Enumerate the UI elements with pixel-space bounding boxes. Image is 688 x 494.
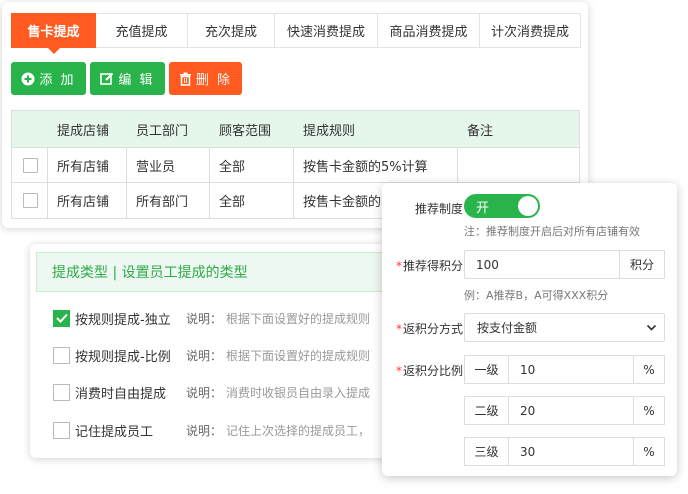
edit-icon xyxy=(100,72,114,86)
trash-icon xyxy=(179,72,192,86)
commission-type-header: 提成类型 | 设置员工提成的类型 xyxy=(36,252,400,292)
referral-system-label: 推荐制度 xyxy=(414,202,463,216)
option-desc-label: 说明： xyxy=(186,348,223,363)
add-button[interactable]: 添 加 xyxy=(11,62,86,95)
delete-button-label: 删 除 xyxy=(195,73,233,88)
cell-remark xyxy=(458,148,579,182)
option-desc: 根据下面设置好的提成规则 xyxy=(226,348,371,363)
option-label: 按规则提成-比例 xyxy=(75,349,171,365)
cell-store: 所有店铺 xyxy=(48,183,127,218)
option-checkbox[interactable] xyxy=(53,309,70,327)
referral-toggle[interactable]: 开 xyxy=(464,194,540,218)
header-rule: 提成规则 xyxy=(303,123,356,139)
edit-button-label: 编 辑 xyxy=(118,73,155,88)
points-unit: 积分 xyxy=(619,250,665,279)
header-customer-range: 顾客范围 xyxy=(219,123,272,139)
delete-button[interactable]: 删 除 xyxy=(169,62,242,95)
level-2-unit: % xyxy=(633,396,665,425)
level-2-input[interactable]: 20 xyxy=(508,396,634,425)
cell-customer-range: 全部 xyxy=(210,183,294,218)
tab-recharge[interactable]: 充值提成 xyxy=(96,13,188,48)
toggle-label: 开 xyxy=(476,200,490,216)
option-remember-staff[interactable]: 记住提成员工 说明： 记住上次选择的提成员工， xyxy=(53,421,371,440)
option-desc: 消费时收银员自由录入提成 xyxy=(226,385,371,400)
tab-count-recharge[interactable]: 充次提成 xyxy=(188,13,275,48)
level-3-label: 三级 xyxy=(464,437,509,466)
plus-circle-icon xyxy=(21,72,35,86)
cell-customer-range: 全部 xyxy=(210,148,294,182)
referral-system-hint: 注：推荐制度开启后对所有店铺有效 xyxy=(464,225,640,238)
edit-button[interactable]: 编 辑 xyxy=(90,62,165,95)
option-label: 记住提成员工 xyxy=(75,424,154,440)
points-hint: 例：A推荐B，A可得XXX积分 xyxy=(464,289,609,302)
tab-quick-consume[interactable]: 快速消费提成 xyxy=(275,13,378,48)
tab-count-consume[interactable]: 计次消费提成 xyxy=(480,13,581,48)
add-button-label: 添 加 xyxy=(39,73,76,88)
return-method-select[interactable]: 按支付金额 xyxy=(464,313,665,342)
option-desc-label: 说明： xyxy=(186,423,223,438)
option-checkbox[interactable] xyxy=(53,346,70,364)
level-3-unit: % xyxy=(633,437,665,466)
option-label: 按规则提成-独立 xyxy=(75,312,171,328)
points-label: *推荐得积分 xyxy=(395,259,463,273)
header-remark: 备注 xyxy=(467,123,494,139)
option-checkbox[interactable] xyxy=(53,383,70,401)
referral-settings-panel: 推荐制度 开 注：推荐制度开启后对所有店铺有效 *推荐得积分 100 积分 例：… xyxy=(382,183,677,476)
points-input[interactable]: 100 xyxy=(464,250,620,279)
cell-rule: 按售卡金额的5%计算 xyxy=(294,148,458,182)
table-header: 提成店铺 员工部门 顾客范围 提成规则 备注 xyxy=(12,111,579,148)
option-label: 消费时自由提成 xyxy=(75,386,167,402)
option-rule-independent[interactable]: 按规则提成-独立 说明： 根据下面设置好的提成规则 xyxy=(53,309,371,328)
return-ratio-label: *返积分比例 xyxy=(395,364,463,378)
return-method-label: *返积分方式 xyxy=(395,322,463,336)
option-checkbox[interactable] xyxy=(53,421,70,439)
cell-store: 所有店铺 xyxy=(48,148,127,182)
option-desc: 记住上次选择的提成员工， xyxy=(226,423,371,438)
commission-tabs: 售卡提成 充值提成 充次提成 快速消费提成 商品消费提成 计次消费提成 xyxy=(11,13,581,54)
option-desc: 根据下面设置好的提成规则 xyxy=(226,311,371,326)
option-desc-label: 说明： xyxy=(186,385,223,400)
cell-department: 营业员 xyxy=(127,148,210,182)
row-checkbox[interactable] xyxy=(23,157,38,173)
option-desc-label: 说明： xyxy=(186,311,223,326)
option-rule-ratio[interactable]: 按规则提成-比例 说明： 根据下面设置好的提成规则 xyxy=(53,346,371,365)
header-store: 提成店铺 xyxy=(57,123,110,139)
tab-goods-consume[interactable]: 商品消费提成 xyxy=(378,13,480,48)
header-department: 员工部门 xyxy=(136,123,189,139)
level-1-label: 一级 xyxy=(464,355,509,384)
commission-type-panel: 提成类型 | 设置员工提成的类型 按规则提成-独立 说明： 根据下面设置好的提成… xyxy=(30,244,400,458)
cell-department: 所有部门 xyxy=(127,183,210,218)
row-checkbox[interactable] xyxy=(23,193,38,208)
chevron-down-icon xyxy=(646,322,657,336)
level-3-input[interactable]: 30 xyxy=(508,437,634,466)
option-free-commission[interactable]: 消费时自由提成 说明： 消费时收银员自由录入提成 xyxy=(53,383,371,402)
table-row[interactable]: 所有店铺 营业员 全部 按售卡金额的5%计算 xyxy=(12,148,579,183)
tab-card-sale[interactable]: 售卡提成 xyxy=(11,13,96,54)
return-method-value: 按支付金额 xyxy=(477,321,538,335)
level-1-unit: % xyxy=(633,355,665,384)
check-icon xyxy=(55,313,68,323)
toggle-knob xyxy=(518,196,538,216)
level-2-label: 二级 xyxy=(464,396,509,425)
level-1-input[interactable]: 10 xyxy=(508,355,634,384)
